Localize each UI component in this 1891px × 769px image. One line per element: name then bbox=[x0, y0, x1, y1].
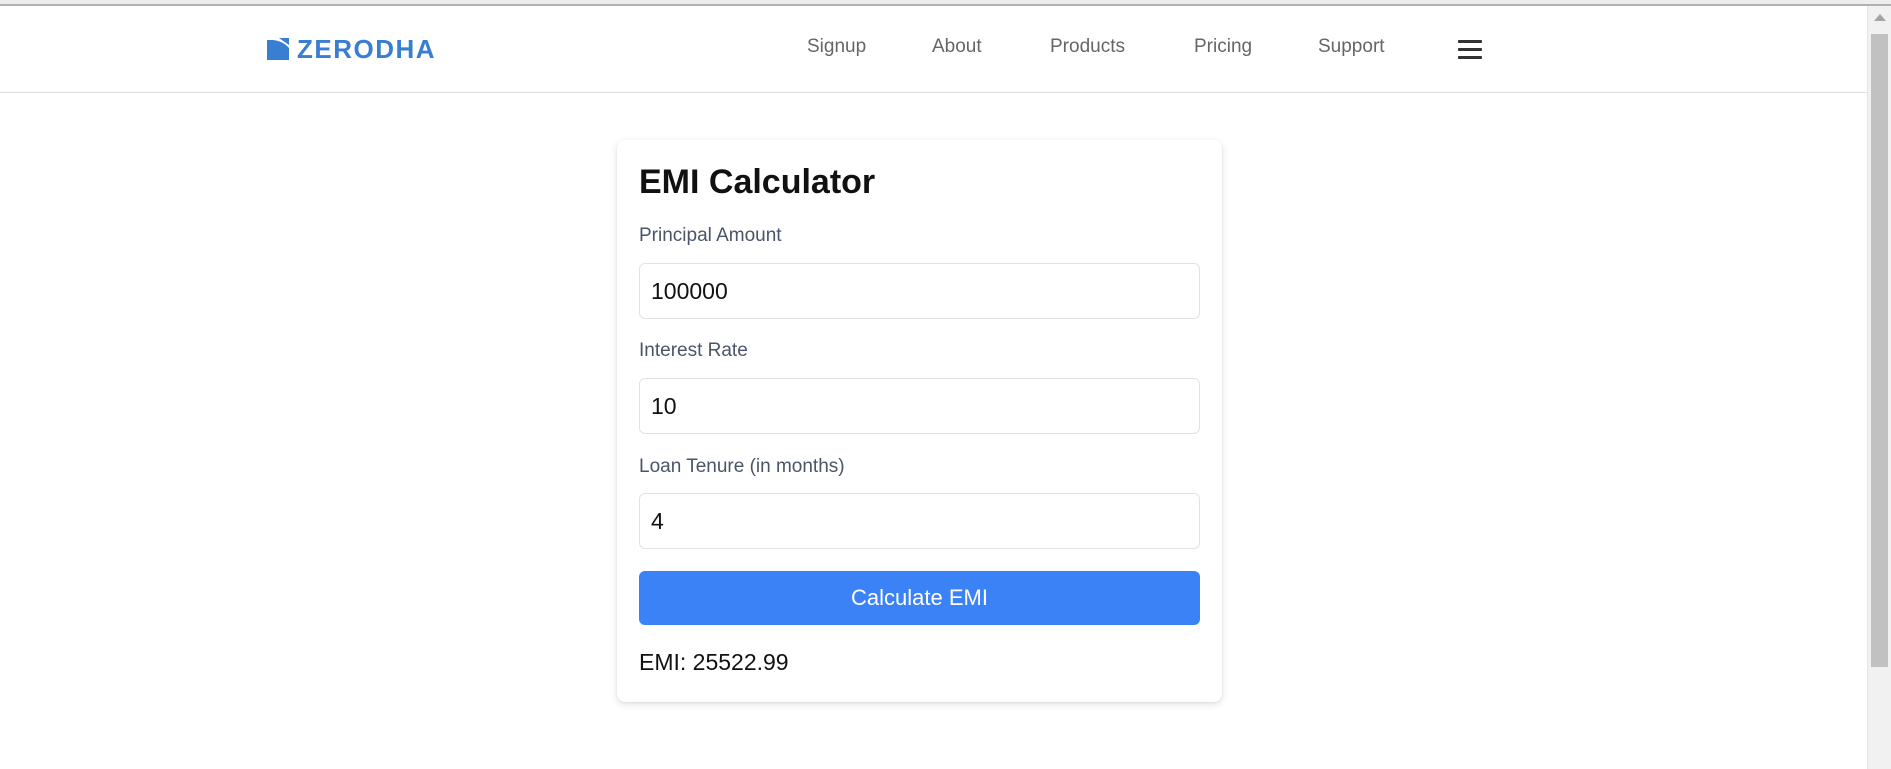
scroll-thumb[interactable] bbox=[1871, 34, 1888, 667]
hamburger-line bbox=[1458, 56, 1482, 59]
brand-logo[interactable]: ZERODHA bbox=[267, 36, 436, 62]
loan-tenure-input[interactable] bbox=[639, 493, 1200, 549]
scroll-up-arrow-icon[interactable] bbox=[1874, 14, 1886, 21]
nav-products-link[interactable]: Products bbox=[1050, 36, 1125, 58]
hamburger-line bbox=[1458, 48, 1482, 51]
hamburger-menu-icon[interactable] bbox=[1458, 40, 1482, 60]
loan-tenure-label: Loan Tenure (in months) bbox=[639, 456, 845, 477]
zerodha-logo-mark-icon bbox=[267, 38, 289, 60]
nav-pricing-link[interactable]: Pricing bbox=[1194, 36, 1252, 58]
emi-calculator-card: EMI Calculator Principal Amount Interest… bbox=[617, 140, 1222, 702]
interest-rate-label: Interest Rate bbox=[639, 340, 748, 361]
page-scrollbar[interactable] bbox=[1867, 6, 1891, 769]
nav-support-link[interactable]: Support bbox=[1318, 36, 1385, 58]
hamburger-line bbox=[1458, 40, 1482, 43]
nav-signup-link[interactable]: Signup bbox=[807, 36, 866, 58]
calculate-emi-button[interactable]: Calculate EMI bbox=[639, 571, 1200, 625]
brand-name: ZERODHA bbox=[297, 34, 437, 64]
emi-result-text: EMI: 25522.99 bbox=[639, 649, 789, 675]
calculator-title: EMI Calculator bbox=[639, 163, 876, 201]
principal-amount-input[interactable] bbox=[639, 263, 1200, 319]
top-navbar: ZERODHA Signup About Products Pricing Su… bbox=[0, 6, 1867, 93]
principal-amount-label: Principal Amount bbox=[639, 225, 782, 246]
interest-rate-input[interactable] bbox=[639, 378, 1200, 434]
nav-about-link[interactable]: About bbox=[932, 36, 982, 58]
